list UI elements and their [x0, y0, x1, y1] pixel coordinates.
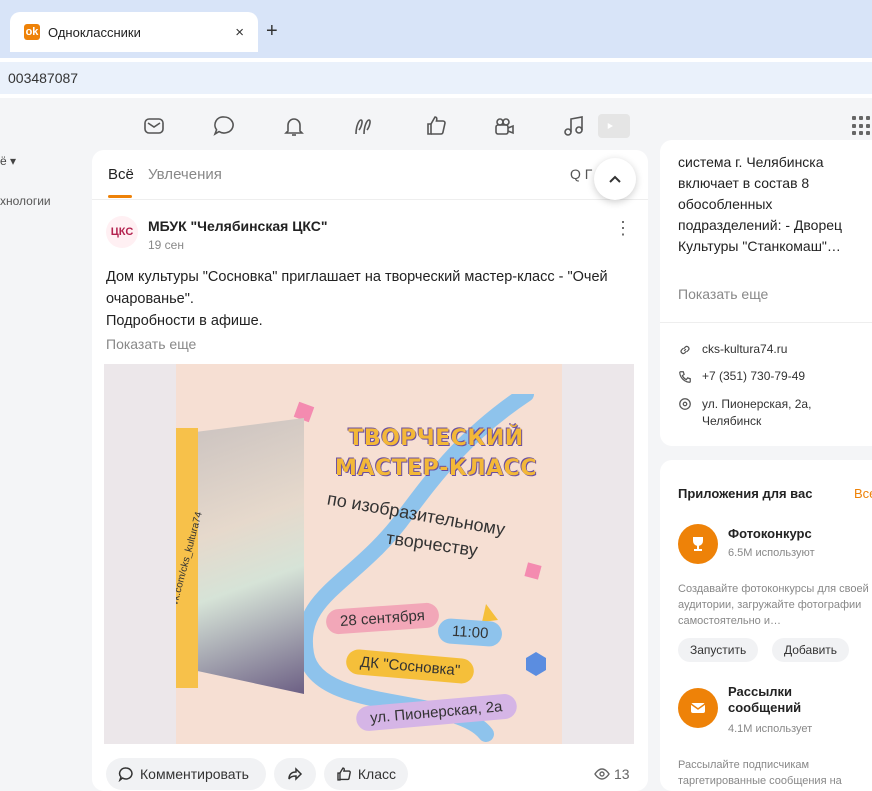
feed-card: Всё Увлечения Q Г ЦКС МБУК "Челябинская … [92, 150, 648, 791]
comment-label: Комментировать [140, 766, 249, 782]
poster: vk.com/cks_kultura74 ТВОРЧЕСКИЙ МАСТЕР-К… [176, 364, 562, 744]
apps-title: Приложения для вас [678, 486, 813, 501]
share-button[interactable] [274, 758, 316, 790]
site-link[interactable]: cks-kultura74.ru [702, 342, 787, 357]
author-avatar[interactable]: ЦКС [106, 216, 138, 248]
post-menu-icon[interactable]: ⋮ [614, 218, 632, 239]
post-date: 19 сен [148, 238, 184, 252]
ok-favicon-icon: ok [24, 24, 40, 40]
tab-hobbies[interactable]: Увлечения [148, 166, 222, 183]
poster-title-line2: МАСТЕР-КЛАСС [335, 456, 537, 481]
eye-icon [594, 768, 610, 780]
messages-icon[interactable] [142, 114, 166, 138]
poster-time: 11:00 [437, 617, 504, 648]
app1-name[interactable]: Фотоконкурс [728, 526, 812, 541]
launch-button[interactable]: Запустить [678, 638, 759, 662]
discussions-icon[interactable] [212, 114, 236, 138]
app1-users: 6.5M используют [728, 547, 815, 559]
scroll-up-button[interactable] [594, 158, 636, 200]
envelope-icon [690, 703, 706, 713]
post-image[interactable]: vk.com/cks_kultura74 ТВОРЧЕСКИЙ МАСТЕР-К… [104, 364, 634, 744]
post-author[interactable]: МБУК "Челябинская ЦКС" [148, 218, 328, 234]
post-show-more[interactable]: Показать еще [106, 336, 196, 352]
url-field[interactable]: 003487087 [0, 62, 872, 94]
location-icon [679, 398, 691, 410]
games-icon[interactable] [598, 114, 630, 138]
apps-grid-icon[interactable] [852, 116, 872, 136]
link-icon [680, 345, 690, 355]
like-label: Класс [357, 766, 396, 782]
add-button[interactable]: Добавить [772, 638, 850, 662]
thumbs-up-icon [337, 767, 351, 781]
likes-icon[interactable] [424, 114, 448, 138]
comment-button[interactable]: Комментировать [106, 758, 266, 790]
photo-contest-app-icon[interactable] [678, 524, 718, 564]
address-text: ул. Пионерская, 2а, Челябинск [702, 397, 812, 428]
post-actions: Комментировать Класс 13 [106, 758, 636, 790]
browser-tab[interactable]: ok Одноклассники × [10, 12, 258, 52]
video-icon[interactable] [492, 114, 516, 138]
contact-site[interactable]: cks-kultura74.ru [678, 342, 787, 357]
poster-title-line1: ТВОРЧЕСКИЙ [348, 426, 524, 451]
left-sidebar: ё ▾ хнологии [0, 152, 90, 791]
new-tab-button[interactable]: + [266, 20, 278, 43]
about-show-more[interactable]: Показать еще [678, 286, 768, 302]
app2-description: Рассылайте подписчикам таргетированные с… [678, 759, 842, 787]
post-text: Дом культуры "Сосновка" приглашает на тв… [106, 266, 630, 332]
sidebar-item-more[interactable]: ё ▾ [0, 154, 16, 168]
notifications-icon[interactable] [282, 114, 306, 138]
apps-all-link[interactable]: Все [854, 486, 872, 501]
share-icon [288, 767, 303, 781]
chevron-up-icon [609, 175, 621, 183]
post-text-line1: Дом культуры "Сосновка" приглашает на тв… [106, 269, 608, 307]
app1-description: Создавайте фотоконкурсы для своей аудито… [678, 583, 869, 627]
divider [660, 322, 872, 323]
trophy-icon [693, 537, 703, 551]
address-bar: 003487087 [0, 58, 872, 98]
apps-card: Приложения для вас Все Фотоконкурс 6.5M … [660, 460, 872, 791]
comment-icon [118, 767, 133, 782]
contact-phone[interactable]: +7 (351) 730-79-49 [678, 369, 805, 384]
tab-close-icon[interactable]: × [235, 24, 244, 41]
views-number: 13 [614, 766, 630, 782]
about-text: система г. Челябинска включает в состав … [678, 154, 843, 254]
active-tab-indicator [108, 195, 132, 198]
post-text-line2: Подробности в афише. [106, 313, 263, 329]
feed-search-button[interactable]: Q Г [570, 166, 592, 182]
guests-icon[interactable] [352, 114, 376, 138]
tab-title: Одноклассники [48, 24, 141, 40]
about-card: система г. Челябинска включает в состав … [660, 140, 872, 446]
browser-tabbar: ok Одноклассники × + [0, 0, 872, 58]
feed-tabs: Всё Увлечения Q Г [92, 150, 648, 200]
poster-title: ТВОРЧЕСКИЙ МАСТЕР-КЛАСС [316, 424, 556, 484]
app2-users: 4.1M использует [728, 723, 813, 735]
mailing-app-icon[interactable] [678, 688, 718, 728]
contact-address: ул. Пионерская, 2а, Челябинск [678, 396, 868, 430]
music-icon[interactable] [562, 114, 586, 138]
phone-number: +7 (351) 730-79-49 [702, 369, 806, 383]
views-count: 13 [594, 766, 630, 782]
like-button[interactable]: Класс [324, 758, 408, 790]
poster-side-stripe: vk.com/cks_kultura74 [176, 428, 205, 688]
tab-all[interactable]: Всё [108, 166, 134, 183]
phone-icon [679, 371, 691, 383]
sidebar-item-technologies[interactable]: хнологии [0, 194, 51, 208]
app2-name[interactable]: Рассылки сообщений [728, 684, 848, 716]
